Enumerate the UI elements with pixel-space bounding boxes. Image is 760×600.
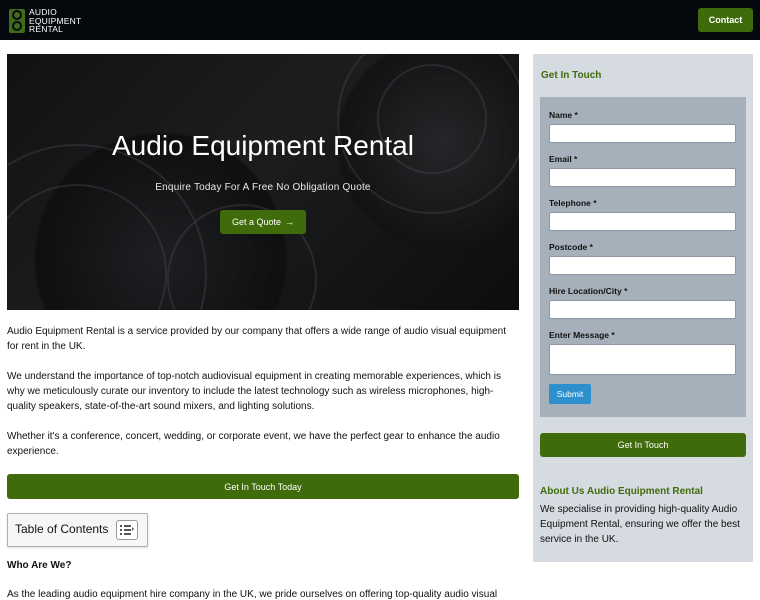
contact-button[interactable]: Contact <box>698 8 753 32</box>
get-in-touch-title: Get In Touch <box>541 70 602 81</box>
hire-location-field[interactable] <box>549 300 736 319</box>
site-header: AUDIO EQUIPMENT RENTAL Contact <box>0 0 760 40</box>
postcode-label: Postcode * <box>549 242 593 252</box>
message-label: Enter Message * <box>549 330 615 340</box>
get-a-quote-button[interactable]: Get a Quote → <box>220 210 306 234</box>
get-a-quote-label: Get a Quote <box>231 217 282 227</box>
intro-paragraph-2: We understand the importance of top-notc… <box>7 371 501 412</box>
toc-toggle-list-icon[interactable] <box>116 520 138 540</box>
about-us-text: We specialise in providing high-quality … <box>540 504 740 545</box>
site-logo[interactable]: AUDIO EQUIPMENT RENTAL <box>9 8 81 34</box>
hero-banner: Audio Equipment Rental Enquire Today For… <box>7 54 519 310</box>
hire-location-label: Hire Location/City * <box>549 286 628 296</box>
submit-button[interactable]: Submit <box>549 384 591 404</box>
contact-form: Name * Email * Telephone * Postcode * Hi… <box>540 97 746 417</box>
email-field[interactable] <box>549 168 736 187</box>
logo-text: AUDIO EQUIPMENT RENTAL <box>29 8 81 34</box>
sidebar-get-in-touch-button[interactable]: Get In Touch <box>540 433 746 457</box>
postcode-field[interactable] <box>549 256 736 275</box>
get-in-touch-today-button[interactable]: Get In Touch Today <box>7 474 519 499</box>
intro-paragraph-1: Audio Equipment Rental is a service prov… <box>7 326 506 352</box>
sidebar: Get In Touch Name * Email * Telephone * … <box>533 54 753 562</box>
who-are-we-heading: Who Are We? <box>7 560 72 571</box>
telephone-field[interactable] <box>549 212 736 231</box>
arrow-right-icon: → <box>285 217 295 227</box>
message-field[interactable] <box>549 344 736 375</box>
table-of-contents: Table of Contents <box>7 513 148 547</box>
telephone-label: Telephone * <box>549 198 597 208</box>
who-are-we-paragraph: As the leading audio equipment hire comp… <box>7 589 498 600</box>
logo-line-3: RENTAL <box>29 24 64 34</box>
intro-paragraph-3: Whether it's a conference, concert, wedd… <box>7 431 500 457</box>
email-label: Email * <box>549 154 578 164</box>
hero-title: Audio Equipment Rental <box>112 130 414 161</box>
toc-title: Table of Contents <box>15 522 109 536</box>
speaker-logo-icon <box>9 8 25 33</box>
about-us-title: About Us Audio Equipment Rental <box>540 486 703 497</box>
name-label: Name * <box>549 110 578 120</box>
hero-subtitle: Enquire Today For A Free No Obligation Q… <box>155 182 371 193</box>
name-field[interactable] <box>549 124 736 143</box>
